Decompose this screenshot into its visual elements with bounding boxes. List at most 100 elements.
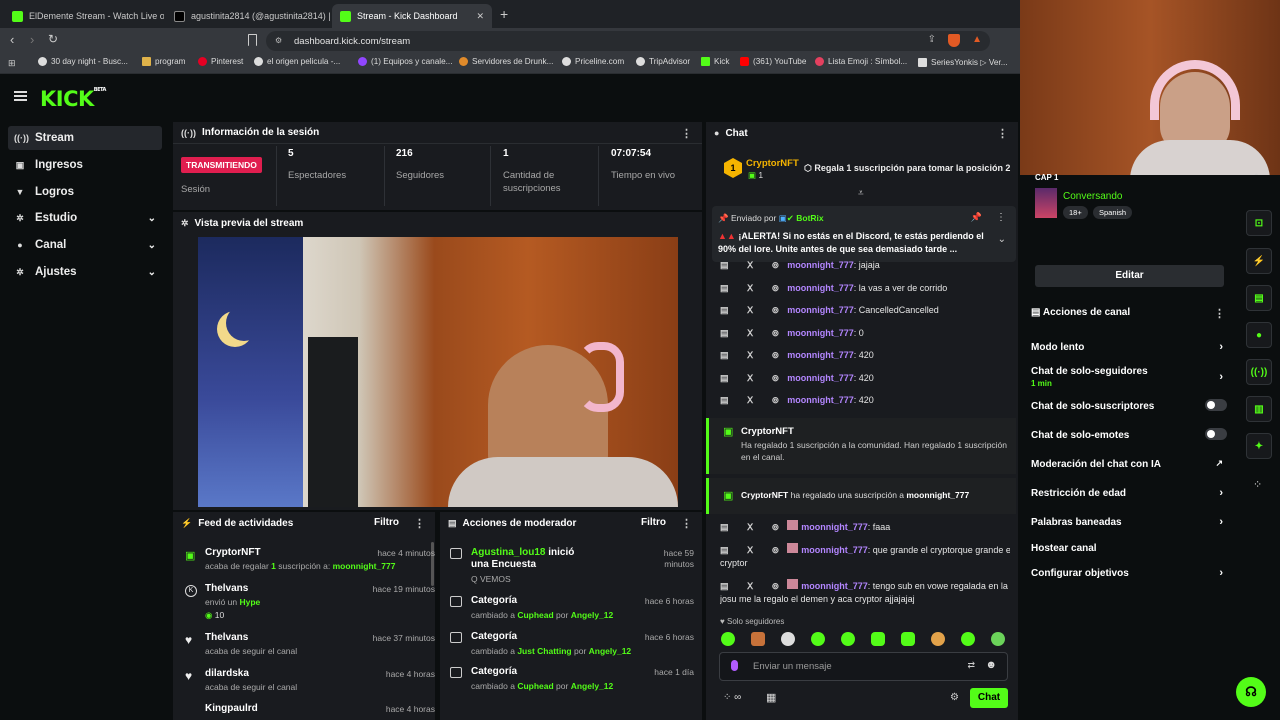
more-options-icon[interactable]: ⋮ xyxy=(996,212,1006,223)
action-banned-words[interactable]: Palabras baneadas › xyxy=(1031,516,1227,528)
chat-message[interactable]: ▤ Ⅹ ⊚moonnight_777: 0 xyxy=(720,327,1010,340)
bookmark-item[interactable]: Lista Emoji : Símbol... xyxy=(815,57,907,66)
sidebar-item-canal[interactable]: ● Canal ⌄ xyxy=(8,233,162,257)
emote-icon[interactable] xyxy=(991,632,1005,646)
rail-camera-button[interactable]: ⊡ xyxy=(1246,210,1272,236)
send-chat-button[interactable]: Chat xyxy=(970,688,1008,708)
new-tab-icon[interactable]: + xyxy=(500,6,508,22)
mod-action-icons[interactable]: ▤ Ⅹ ⊚ xyxy=(720,395,787,405)
chevron-down-icon[interactable]: ⌄ xyxy=(998,234,1006,245)
sidebar-item-logros[interactable]: ▼ Logros xyxy=(8,180,162,204)
mod-action-icons[interactable]: ▤ Ⅹ ⊚ xyxy=(720,545,787,555)
bookmark-item[interactable]: Kick xyxy=(701,57,729,66)
bookmark-item[interactable]: program xyxy=(142,57,186,66)
emote-icon[interactable] xyxy=(751,632,765,646)
action-emotes-only[interactable]: Chat de solo-emotes xyxy=(1031,428,1227,441)
mod-action-icons[interactable]: ▤ Ⅹ ⊚ xyxy=(720,350,787,360)
chat-message[interactable]: ▤ Ⅹ ⊚ moonnight_777: faaa xyxy=(720,520,1010,534)
site-info-icon[interactable]: ⚙ xyxy=(275,36,282,45)
close-tab-icon[interactable]: ✕ xyxy=(468,11,484,22)
action-goals[interactable]: Configurar objetivos › xyxy=(1031,567,1227,579)
sidebar-item-ingresos[interactable]: ▣ Ingresos xyxy=(8,153,162,177)
share-icon[interactable]: ⇪ xyxy=(928,34,936,45)
feed-filter-button[interactable]: Filtro xyxy=(374,517,399,528)
chat-message[interactable]: ▤ Ⅹ ⊚ moonnight_777: tengo sub en vowe re… xyxy=(720,579,1010,606)
rail-layout-button[interactable]: ▥ xyxy=(1246,396,1272,422)
brave-rewards-icon[interactable]: ▲ xyxy=(972,34,982,45)
apps-icon[interactable]: ⁘ xyxy=(1253,478,1262,491)
bookmark-item[interactable]: SeriesYonkis ▷ Ver... xyxy=(918,57,1008,67)
mod-action-icons[interactable]: ▤ Ⅹ ⊚ xyxy=(720,260,787,270)
rail-tools-button[interactable]: ✦ xyxy=(1246,433,1272,459)
translate-icon[interactable]: ⇄ xyxy=(967,660,975,671)
mod-action-icons[interactable]: ▤ Ⅹ ⊚ xyxy=(720,305,787,315)
category-thumbnail[interactable] xyxy=(1035,188,1057,218)
top-gifter-name[interactable]: CryptorNFT xyxy=(746,158,799,169)
brave-shield-icon[interactable] xyxy=(948,34,960,47)
url-field[interactable]: ⚙ dashboard.kick.com/stream ⇪ ▲ xyxy=(266,31,990,51)
bookmark-item[interactable]: (1) Equipos y canale... xyxy=(358,57,452,66)
chat-message[interactable]: ▤ Ⅹ ⊚moonnight_777: jajaja xyxy=(720,259,1010,272)
chat-message[interactable]: ▤ Ⅹ ⊚moonnight_777: 420 xyxy=(720,394,1010,407)
moderator-filter-button[interactable]: Filtro xyxy=(641,517,666,528)
store-icon[interactable]: ▦ xyxy=(766,691,776,704)
sidebar-item-estudio[interactable]: ✲ Estudio ⌄ xyxy=(8,206,162,230)
mod-action-icons[interactable]: ▤ Ⅹ ⊚ xyxy=(720,283,787,293)
help-support-icon[interactable]: ☊ xyxy=(1236,677,1266,707)
emoji-icon[interactable]: ☻ xyxy=(985,659,997,671)
emotes-only-toggle[interactable] xyxy=(1205,428,1227,440)
emote-icon[interactable] xyxy=(721,632,735,646)
emote-icon[interactable] xyxy=(961,632,975,646)
more-options-icon[interactable]: ⋮ xyxy=(1214,307,1225,320)
more-options-icon[interactable]: ⋮ xyxy=(681,127,692,140)
expand-pinned-icon[interactable]: ⩡ xyxy=(858,188,864,199)
edit-stream-button[interactable]: Editar xyxy=(1035,265,1224,287)
bookmark-icon[interactable] xyxy=(248,34,257,46)
browser-tab[interactable]: agustinita2814 (@agustinita2814) | T xyxy=(166,4,330,28)
stream-video-preview[interactable] xyxy=(198,237,678,507)
kick-logo[interactable]: KICKBETA xyxy=(40,87,106,111)
emote-icon[interactable] xyxy=(871,632,885,646)
action-followers-only[interactable]: Chat de solo-seguidores 1 min › xyxy=(1031,366,1227,388)
action-age-restriction[interactable]: Restricción de edad › xyxy=(1031,487,1227,499)
rail-document-button[interactable]: ▤ xyxy=(1246,285,1272,311)
chat-message[interactable]: ▤ Ⅹ ⊚moonnight_777: CancelledCancelled xyxy=(720,304,1010,317)
chat-message[interactable]: ▤ Ⅹ ⊚moonnight_777: 420 xyxy=(720,349,1010,362)
action-ai-moderation[interactable]: Moderación del chat con IA ↗ xyxy=(1031,458,1227,470)
back-icon[interactable]: ‹ xyxy=(10,32,14,47)
unpin-icon[interactable]: 📌 xyxy=(971,212,982,223)
kick-coins-icon[interactable]: ⁘ ∞ xyxy=(723,692,741,703)
bookmark-item[interactable]: Pinterest xyxy=(198,57,243,66)
sidebar-item-stream[interactable]: ((·)) Stream xyxy=(8,126,162,150)
action-slow-mode[interactable]: Modo lento › xyxy=(1031,341,1227,353)
emote-icon[interactable] xyxy=(811,632,825,646)
subscribers-only-toggle[interactable] xyxy=(1205,399,1227,411)
mod-action-icons[interactable]: ▤ Ⅹ ⊚ xyxy=(720,581,787,591)
chat-message[interactable]: ▤ Ⅹ ⊚moonnight_777: la vas a ver de corr… xyxy=(720,282,1010,295)
chat-input[interactable]: Enviar un mensaje ⇄ ☻ xyxy=(719,652,1008,681)
forward-icon[interactable]: › xyxy=(30,32,34,47)
more-options-icon[interactable]: ⋮ xyxy=(681,517,692,530)
action-host-channel[interactable]: Hostear canal xyxy=(1031,543,1227,554)
bookmark-item[interactable]: Servidores de Drunk... xyxy=(459,57,553,66)
mod-action-icons[interactable]: ▤ Ⅹ ⊚ xyxy=(720,328,787,338)
chat-settings-icon[interactable]: ⚙ xyxy=(950,692,959,703)
mod-action-icons[interactable]: ▤ Ⅹ ⊚ xyxy=(720,373,787,383)
emote-icon[interactable] xyxy=(841,632,855,646)
emote-icon[interactable] xyxy=(901,632,915,646)
bookmark-item[interactable]: 30 day night - Busc... xyxy=(38,57,128,66)
mod-action-icons[interactable]: ▤ Ⅹ ⊚ xyxy=(720,522,787,532)
chat-message[interactable]: ▤ Ⅹ ⊚moonnight_777: 420 xyxy=(720,372,1010,385)
sidebar-item-ajustes[interactable]: ✲ Ajustes ⌄ xyxy=(8,260,162,284)
menu-icon[interactable] xyxy=(14,91,27,101)
browser-tab[interactable]: ElDemente Stream - Watch Live on K xyxy=(4,4,164,28)
rail-chat-button[interactable]: ● xyxy=(1246,322,1272,348)
action-subscribers-only[interactable]: Chat de solo-suscriptores xyxy=(1031,399,1227,412)
gift-cta[interactable]: ⬡ Regala 1 suscripción para tomar la pos… xyxy=(804,163,1010,174)
bookmark-item[interactable]: TripAdvisor xyxy=(636,57,690,66)
emote-icon[interactable] xyxy=(931,632,945,646)
more-options-icon[interactable]: ⋮ xyxy=(414,517,425,530)
bookmark-item[interactable]: el origen pelicula -... xyxy=(254,57,340,66)
emote-icon[interactable] xyxy=(781,632,795,646)
browser-tab-active[interactable]: Stream - Kick Dashboard ✕ xyxy=(332,4,492,28)
